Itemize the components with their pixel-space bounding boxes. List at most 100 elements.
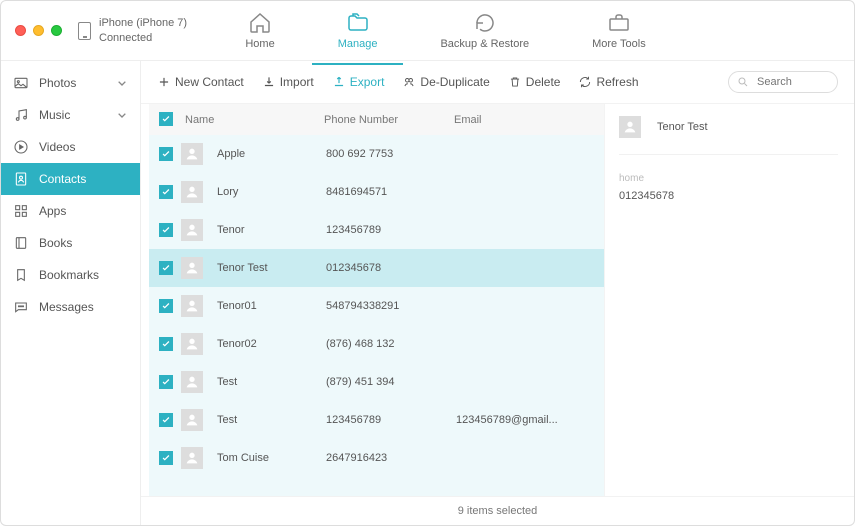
export-icon (332, 75, 346, 89)
toolbox-icon (606, 11, 632, 35)
cell-name: Apple (211, 148, 326, 160)
avatar (181, 295, 203, 317)
device-name: iPhone (iPhone 7) (99, 16, 187, 30)
zoom-window-button[interactable] (51, 25, 62, 36)
tab-home[interactable]: Home (241, 5, 278, 56)
detail-name: Tenor Test (657, 121, 708, 133)
trash-icon (508, 75, 522, 89)
window-controls (1, 25, 72, 36)
folder-icon (345, 11, 371, 35)
avatar (181, 143, 203, 165)
cell-phone: 800 692 7753 (326, 148, 456, 160)
deduplicate-button[interactable]: De-Duplicate (402, 75, 489, 89)
row-checkbox[interactable] (159, 147, 173, 162)
photos-icon (13, 75, 29, 91)
contacts-icon (13, 171, 29, 187)
cell-name: Tenor01 (211, 300, 326, 312)
row-checkbox[interactable] (159, 261, 173, 276)
col-phone[interactable]: Phone Number (324, 114, 454, 126)
row-checkbox[interactable] (159, 337, 173, 352)
row-checkbox[interactable] (159, 299, 173, 314)
new-contact-button[interactable]: New Contact (157, 75, 244, 89)
phone-icon (78, 22, 91, 40)
search-wrap (728, 71, 838, 93)
refresh-icon (578, 75, 592, 89)
table-row[interactable]: Tenor01548794338291 (149, 287, 604, 325)
cell-phone: 2647916423 (326, 452, 456, 464)
videos-icon (13, 139, 29, 155)
row-checkbox[interactable] (159, 185, 173, 200)
sidebar-item-videos[interactable]: Videos (1, 131, 140, 163)
bookmark-icon (13, 267, 29, 283)
close-window-button[interactable] (15, 25, 26, 36)
cell-phone: 012345678 (326, 262, 456, 274)
cell-phone: (879) 451 394 (326, 376, 456, 388)
row-checkbox[interactable] (159, 223, 173, 238)
chevron-down-icon (114, 75, 130, 91)
table-row[interactable]: Tenor02(876) 468 132 (149, 325, 604, 363)
cell-name: Tenor (211, 224, 326, 236)
sidebar-item-bookmarks[interactable]: Bookmarks (1, 259, 140, 291)
select-all-checkbox[interactable] (159, 112, 179, 127)
import-icon (262, 75, 276, 89)
tab-more[interactable]: More Tools (588, 5, 650, 56)
sidebar-item-books[interactable]: Books (1, 227, 140, 259)
dedup-icon (402, 75, 416, 89)
tab-manage[interactable]: Manage (334, 5, 382, 56)
col-email[interactable]: Email (454, 114, 594, 126)
messages-icon (13, 299, 29, 315)
detail-header: Tenor Test (619, 116, 838, 155)
backup-icon (472, 11, 498, 35)
table-body: Apple800 692 7753Lory8481694571Tenor1234… (149, 135, 604, 496)
minimize-window-button[interactable] (33, 25, 44, 36)
sidebar-item-music[interactable]: Music (1, 99, 140, 131)
row-checkbox[interactable] (159, 375, 173, 390)
sidebar-item-apps[interactable]: Apps (1, 195, 140, 227)
cell-phone: 123456789 (326, 414, 456, 426)
row-checkbox[interactable] (159, 413, 173, 428)
plus-icon (157, 75, 171, 89)
cell-name: Tenor02 (211, 338, 326, 350)
import-button[interactable]: Import (262, 75, 314, 89)
export-button[interactable]: Export (332, 75, 385, 89)
cell-phone: 8481694571 (326, 186, 456, 198)
avatar (181, 257, 203, 279)
table-row[interactable]: Test(879) 451 394 (149, 363, 604, 401)
detail-panel: Tenor Test home 012345678 (604, 104, 854, 496)
device-info: iPhone (iPhone 7) Connected (78, 16, 187, 45)
contacts-table: Name Phone Number Email Apple800 692 775… (149, 104, 604, 496)
sidebar-item-contacts[interactable]: Contacts (1, 163, 140, 195)
toolbar: New Contact Import Export De-Duplicate D… (141, 61, 854, 104)
table-row[interactable]: Tom Cuise2647916423 (149, 439, 604, 477)
detail-phone: 012345678 (619, 190, 838, 202)
sidebar-item-messages[interactable]: Messages (1, 291, 140, 323)
tab-backup[interactable]: Backup & Restore (436, 5, 533, 56)
table-row[interactable]: Apple800 692 7753 (149, 135, 604, 173)
table-row[interactable]: Tenor123456789 (149, 211, 604, 249)
sidebar-item-photos[interactable]: Photos (1, 67, 140, 99)
table-row[interactable]: Lory8481694571 (149, 173, 604, 211)
table-row[interactable]: Tenor Test012345678 (149, 249, 604, 287)
content: Name Phone Number Email Apple800 692 775… (141, 104, 854, 496)
cell-name: Tom Cuise (211, 452, 326, 464)
cell-name: Lory (211, 186, 326, 198)
table-row[interactable]: Test123456789123456789@gmail... (149, 401, 604, 439)
avatar (181, 219, 203, 241)
refresh-button[interactable]: Refresh (578, 75, 638, 89)
main-panel: New Contact Import Export De-Duplicate D… (141, 61, 854, 525)
check-icon (161, 114, 171, 124)
col-name[interactable]: Name (179, 114, 324, 126)
cell-phone: 123456789 (326, 224, 456, 236)
chevron-down-icon (114, 107, 130, 123)
app-window: iPhone (iPhone 7) Connected Home Manage … (0, 0, 855, 526)
avatar (619, 116, 641, 138)
avatar (181, 181, 203, 203)
avatar (181, 447, 203, 469)
avatar (181, 371, 203, 393)
row-checkbox[interactable] (159, 451, 173, 466)
cell-name: Tenor Test (211, 262, 326, 274)
delete-button[interactable]: Delete (508, 75, 561, 89)
avatar (181, 333, 203, 355)
main-tabs: Home Manage Backup & Restore More Tools (187, 5, 704, 56)
apps-icon (13, 203, 29, 219)
